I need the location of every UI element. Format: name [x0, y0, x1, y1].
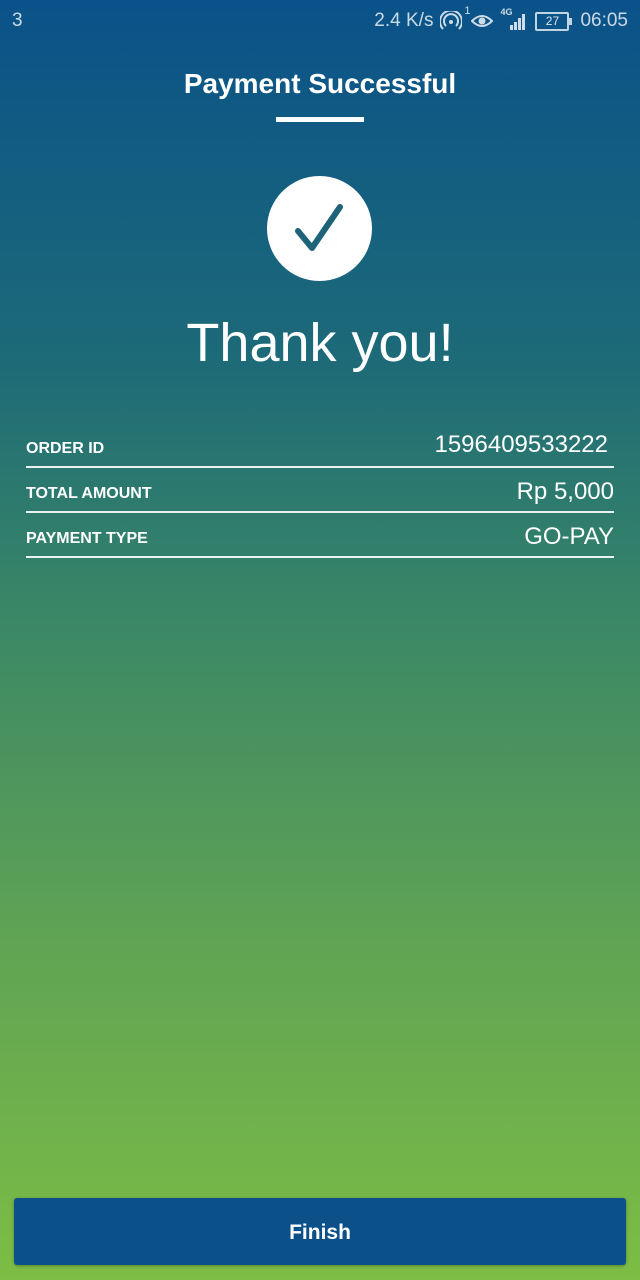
- page-title: Payment Successful: [183, 68, 457, 99]
- eye-icon: [471, 13, 494, 29]
- thank-you-message: Thank you!: [186, 313, 454, 373]
- hotspot-icon: 1: [440, 5, 470, 31]
- success-badge: [267, 176, 372, 281]
- total-amount-label: TOTAL AMOUNT: [26, 485, 152, 502]
- order-id-value: 1596409533222: [434, 431, 608, 458]
- detail-row-order-id: ORDER ID 1596409533222: [26, 420, 614, 468]
- network-speed: 2.4 K/s: [374, 10, 434, 31]
- hotspot-badge: 1: [464, 5, 471, 17]
- detail-row-total-amount: TOTAL AMOUNT Rp 5,000: [26, 468, 614, 513]
- payment-success-screen: 3 2.4 K/s 1 4G 27 06:05 Payment Successf…: [0, 0, 640, 1280]
- payment-details: ORDER ID 1596409533222 TOTAL AMOUNT Rp 5…: [26, 420, 614, 558]
- title-underline: [276, 117, 364, 122]
- battery-level: 27: [545, 13, 560, 28]
- detail-row-payment-type: PAYMENT TYPE GO-PAY: [26, 513, 614, 558]
- signal-icon: 4G: [500, 7, 528, 31]
- total-amount-value: Rp 5,000: [516, 478, 614, 505]
- order-id-label: ORDER ID: [26, 440, 105, 457]
- payment-type-label: PAYMENT TYPE: [26, 530, 148, 547]
- finish-button[interactable]: Finish: [14, 1198, 626, 1265]
- status-bar: 3 2.4 K/s 1 4G 27 06:05: [0, 0, 640, 42]
- battery-icon: 27: [535, 11, 573, 31]
- checkmark-icon: [295, 204, 343, 251]
- notification-count: 3: [12, 10, 23, 31]
- status-icons: 2.4 K/s 1 4G 27 06:05: [374, 5, 628, 32]
- payment-type-value: GO-PAY: [524, 523, 614, 550]
- clock: 06:05: [580, 10, 628, 31]
